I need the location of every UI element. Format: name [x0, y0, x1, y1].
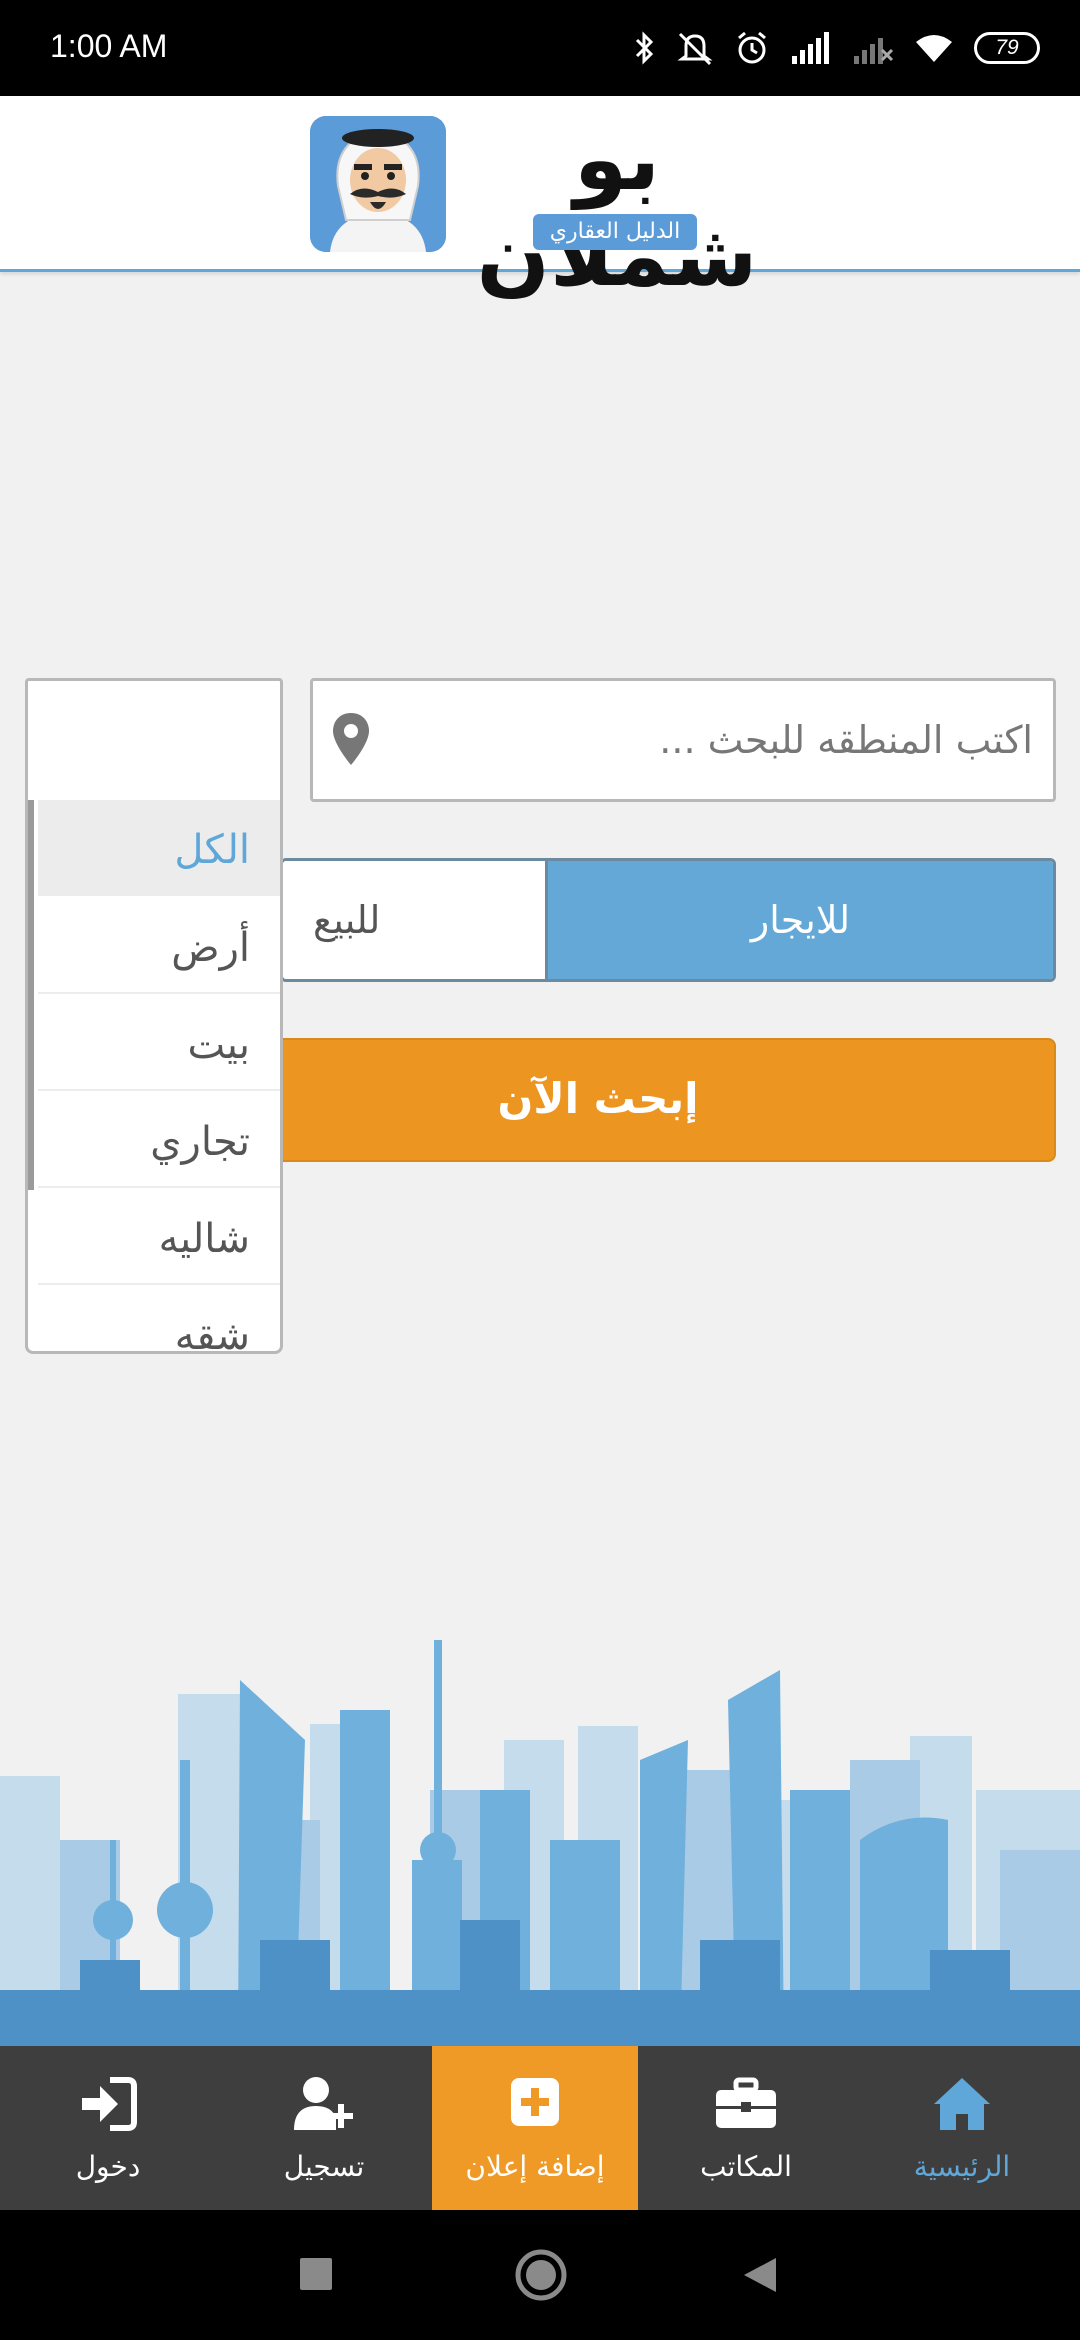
plus-square-icon — [511, 2078, 559, 2126]
for-sale-label: للبيع — [313, 898, 381, 942]
wifi-icon — [916, 35, 952, 62]
search-field[interactable] — [310, 678, 1056, 802]
dropdown-scrollbar[interactable] — [28, 800, 34, 1190]
logo-avatar — [310, 116, 446, 252]
alarm-icon — [738, 31, 766, 64]
sign-in-icon — [82, 2077, 137, 2131]
bluetooth-icon — [635, 31, 654, 65]
nav-offices[interactable]: المكاتب — [638, 2046, 854, 2210]
bottom-nav: دخول تسجيل إضافة إعلان المكاتب الرئيسية — [0, 2046, 1080, 2210]
signal-no-service-icon — [854, 38, 894, 64]
recents-square-icon[interactable] — [300, 2258, 332, 2290]
status-time: 1:00 AM — [50, 28, 168, 64]
category-option-commercial[interactable]: تجاري — [38, 1092, 280, 1188]
app-title: بو شملان — [476, 110, 758, 306]
mute-icon — [677, 32, 713, 66]
nav-add-ad-label: إضافة إعلان — [465, 2150, 605, 2183]
nav-register-label: تسجيل — [283, 2150, 365, 2183]
system-nav-bar — [0, 2210, 1080, 2340]
search-now-label: إبحث الآن — [497, 1074, 699, 1123]
category-option-land[interactable]: أرض — [38, 898, 280, 994]
signal-icon — [792, 32, 829, 64]
nav-offices-label: المكاتب — [700, 2150, 792, 2183]
app-subtitle: الدليل العقاري — [533, 214, 697, 250]
search-now-button[interactable]: إبحث الآن — [270, 1038, 1056, 1162]
status-bar: 1:00 AM 79 — [0, 0, 1080, 96]
location-pin-icon — [333, 713, 369, 765]
city-skyline-illustration — [0, 1640, 1080, 2046]
back-triangle-icon[interactable] — [742, 2256, 778, 2294]
home-icon — [934, 2078, 990, 2130]
briefcase-icon — [716, 2077, 776, 2128]
for-rent-label: للايجار — [750, 898, 851, 942]
category-option-chalet[interactable]: شاليه — [38, 1189, 280, 1285]
nav-add-ad[interactable]: إضافة إعلان — [432, 2046, 638, 2210]
user-plus-icon — [294, 2077, 353, 2130]
for-sale-option[interactable]: للبيع — [283, 861, 545, 979]
nav-home-label: الرئيسية — [913, 2150, 1011, 2183]
category-option-all[interactable]: الكل — [38, 800, 280, 896]
app-header: بو شملان الدليل العقاري — [0, 96, 1080, 304]
rent-sale-toggle: للبيع للايجار — [280, 858, 1056, 982]
category-option-apartment[interactable]: شقه — [38, 1286, 280, 1351]
nav-login-label: دخول — [75, 2150, 141, 2183]
home-circle-icon[interactable] — [514, 2248, 568, 2302]
nav-login[interactable]: دخول — [0, 2046, 216, 2210]
search-input[interactable] — [393, 681, 1033, 799]
nav-register[interactable]: تسجيل — [216, 2046, 432, 2210]
category-select[interactable] — [25, 678, 283, 804]
for-rent-option[interactable]: للايجار — [545, 861, 1053, 979]
battery-indicator: 79 — [974, 32, 1040, 64]
category-option-house[interactable]: بيت — [38, 995, 280, 1091]
nav-home[interactable]: الرئيسية — [854, 2046, 1070, 2210]
category-dropdown: الكل أرض بيت تجاري شاليه شقه — [25, 800, 283, 1354]
status-icons: 79 — [634, 26, 1040, 70]
